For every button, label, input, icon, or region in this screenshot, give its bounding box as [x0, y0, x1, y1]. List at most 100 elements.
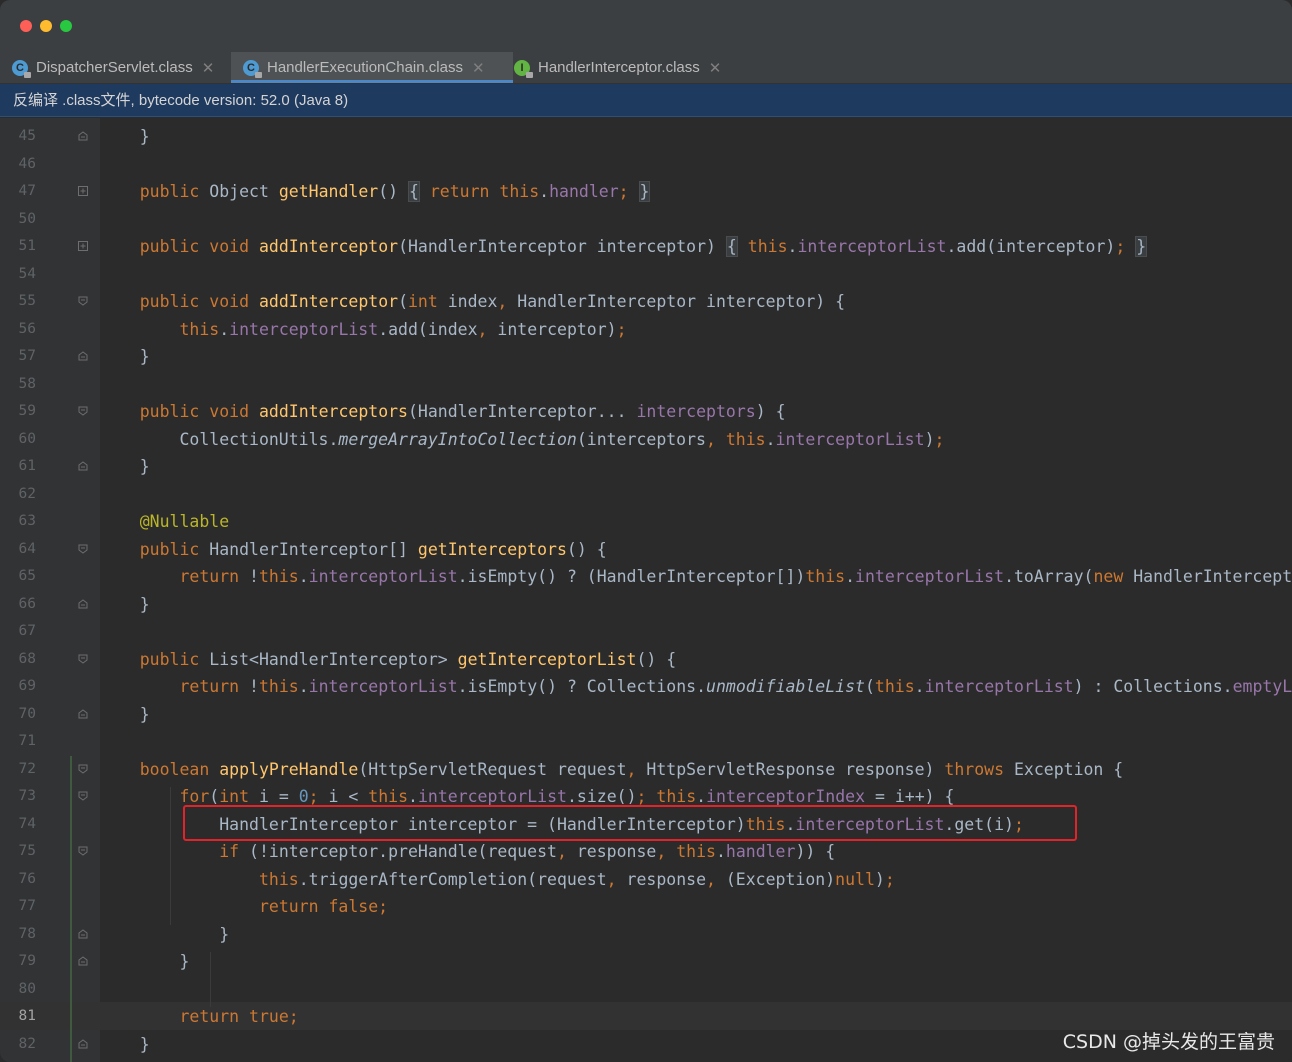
close-icon[interactable]: ✕: [202, 59, 215, 77]
code-editor[interactable]: 45 } 46 47 public Object getHandler() { re…: [0, 118, 1292, 1062]
maximize-window-button[interactable]: [60, 20, 72, 32]
code-line[interactable]: 62: [0, 481, 1292, 509]
line-number[interactable]: 78: [0, 921, 36, 949]
decompiled-info-banner: 反编译 .class文件, bytecode version: 52.0 (Ja…: [0, 84, 1292, 117]
code-line[interactable]: 60 CollectionUtils.mergeArrayIntoCollect…: [0, 426, 1292, 454]
line-number[interactable]: 65: [0, 563, 36, 591]
fold-end-icon[interactable]: [78, 708, 88, 719]
line-number[interactable]: 47: [0, 178, 36, 206]
line-number[interactable]: 72: [0, 756, 36, 784]
line-number[interactable]: 54: [0, 261, 36, 289]
line-number[interactable]: 74: [0, 811, 36, 839]
code-line[interactable]: 77 return false;: [0, 893, 1292, 921]
close-window-button[interactable]: [20, 20, 32, 32]
code-line[interactable]: 68 public List<HandlerInterceptor> getIn…: [0, 646, 1292, 674]
line-number[interactable]: 46: [0, 151, 36, 179]
code-text: }: [100, 457, 150, 476]
line-number[interactable]: 62: [0, 481, 36, 509]
line-number[interactable]: 61: [0, 453, 36, 481]
line-number[interactable]: 79: [0, 948, 36, 976]
line-number[interactable]: 63: [0, 508, 36, 536]
line-number[interactable]: 76: [0, 866, 36, 894]
code-line[interactable]: 46: [0, 151, 1292, 179]
code-line[interactable]: 78 }: [0, 921, 1292, 949]
code-line[interactable]: 65 return !this.interceptorList.isEmpty(…: [0, 563, 1292, 591]
tab-handler-interceptor[interactable]: I HandlerInterceptor.class ✕: [502, 52, 754, 83]
code-line[interactable]: 59 public void addInterceptors(HandlerIn…: [0, 398, 1292, 426]
code-text: public void addInterceptors(HandlerInter…: [139, 402, 786, 421]
line-number[interactable]: 81: [0, 1003, 36, 1031]
fold-collapsed-icon[interactable]: [78, 241, 88, 251]
close-icon[interactable]: ✕: [472, 59, 485, 77]
title-bar: [0, 0, 1292, 52]
code-line[interactable]: 66 }: [0, 591, 1292, 619]
code-line[interactable]: 58: [0, 371, 1292, 399]
code-line[interactable]: 50: [0, 206, 1292, 234]
code-text: }: [100, 1034, 150, 1054]
code-text: }: [100, 347, 150, 366]
code-line[interactable]: 71: [0, 728, 1292, 756]
code-line[interactable]: 76 this.triggerAfterCompletion(request, …: [0, 866, 1292, 894]
code-line[interactable]: 70 }: [0, 701, 1292, 729]
fold-open-icon[interactable]: [78, 846, 88, 856]
code-text: return false;: [258, 897, 389, 916]
code-line[interactable]: 57 }: [0, 343, 1292, 371]
code-line[interactable]: 45 }: [0, 123, 1292, 151]
fold-open-icon[interactable]: [78, 654, 88, 664]
line-number[interactable]: 51: [0, 233, 36, 261]
line-number[interactable]: 67: [0, 618, 36, 646]
fold-open-icon[interactable]: [78, 296, 88, 306]
line-number[interactable]: 45: [0, 123, 36, 151]
fold-end-icon[interactable]: [78, 1038, 88, 1049]
line-number[interactable]: 64: [0, 536, 36, 564]
code-line[interactable]: 51 public void addInterceptor(HandlerInt…: [0, 233, 1292, 261]
minimize-window-button[interactable]: [40, 20, 52, 32]
line-number[interactable]: 73: [0, 783, 36, 811]
fold-end-icon[interactable]: [78, 928, 88, 939]
code-line[interactable]: 54: [0, 261, 1292, 289]
line-number[interactable]: 57: [0, 343, 36, 371]
watermark: CSDN @掉头发的王富贵: [1062, 1031, 1275, 1053]
fold-open-icon[interactable]: [78, 544, 88, 554]
code-line[interactable]: 80: [0, 976, 1292, 1004]
line-number[interactable]: 77: [0, 893, 36, 921]
fold-open-icon[interactable]: [78, 791, 88, 801]
line-number[interactable]: 55: [0, 288, 36, 316]
line-number[interactable]: 82: [0, 1031, 36, 1059]
fold-open-icon[interactable]: [78, 764, 88, 774]
code-line[interactable]: 69 return !this.interceptorList.isEmpty(…: [0, 673, 1292, 701]
tab-dispatcher-servlet[interactable]: C DispatcherServlet.class ✕: [0, 52, 242, 83]
code-line[interactable]: 72 boolean applyPreHandle(HttpServletReq…: [0, 756, 1292, 784]
code-line[interactable]: 67: [0, 618, 1292, 646]
line-number[interactable]: 56: [0, 316, 36, 344]
fold-end-icon[interactable]: [78, 461, 88, 471]
code-line[interactable]: 56 this.interceptorList.add(index, inter…: [0, 316, 1292, 344]
line-number[interactable]: 71: [0, 728, 36, 756]
line-number[interactable]: 70: [0, 701, 36, 729]
code-line[interactable]: 47 public Object getHandler() { return t…: [0, 178, 1292, 206]
line-number[interactable]: 68: [0, 646, 36, 674]
line-number[interactable]: 75: [0, 838, 36, 866]
code-line[interactable]: 64 public HandlerInterceptor[] getInterc…: [0, 536, 1292, 564]
fold-end-icon[interactable]: [78, 598, 88, 609]
line-number[interactable]: 58: [0, 371, 36, 399]
code-line[interactable]: 63 @Nullable: [0, 508, 1292, 536]
code-line[interactable]: 79 }: [0, 948, 1292, 976]
fold-end-icon[interactable]: [78, 351, 88, 361]
code-line[interactable]: 75 if (!interceptor.preHandle(request, r…: [0, 838, 1292, 866]
tab-handler-execution-chain[interactable]: C HandlerExecutionChain.class ✕: [231, 52, 513, 83]
line-number[interactable]: 59: [0, 398, 36, 426]
code-line[interactable]: 55 public void addInterceptor(int index,…: [0, 288, 1292, 316]
code-line[interactable]: 61 }: [0, 453, 1292, 481]
fold-open-icon[interactable]: [78, 406, 88, 416]
line-number[interactable]: 80: [0, 976, 36, 1004]
close-icon[interactable]: ✕: [709, 59, 722, 77]
code-text: CollectionUtils.mergeArrayIntoCollection…: [100, 429, 945, 449]
line-number[interactable]: 60: [0, 426, 36, 454]
fold-end-icon[interactable]: [78, 956, 88, 966]
line-number[interactable]: 66: [0, 591, 36, 619]
fold-end-icon[interactable]: [78, 131, 88, 141]
line-number[interactable]: 69: [0, 673, 36, 701]
line-number[interactable]: 50: [0, 206, 36, 234]
fold-collapsed-icon[interactable]: [78, 186, 88, 196]
